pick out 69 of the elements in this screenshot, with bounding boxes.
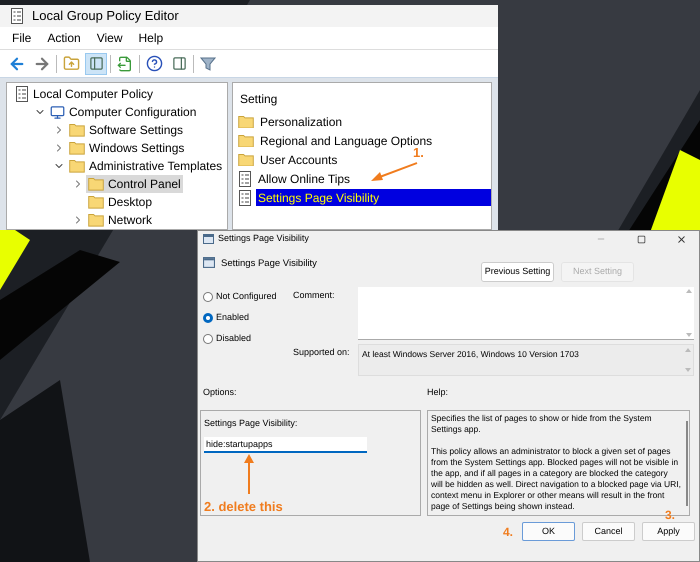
help-paragraph: Specifies the list of pages to show or hide from the System Settings app. bbox=[431, 413, 653, 435]
setting-row[interactable]: User Accounts bbox=[258, 151, 340, 168]
folder-up-icon[interactable] bbox=[62, 55, 80, 72]
setting-icon bbox=[238, 190, 252, 206]
policy-setting-icon bbox=[203, 257, 215, 268]
annotation-arrow bbox=[369, 161, 419, 183]
column-header[interactable]: Setting bbox=[233, 83, 491, 112]
computer-icon bbox=[50, 104, 65, 120]
tree-panel-icon bbox=[88, 56, 104, 72]
scrollbar-thumb[interactable] bbox=[686, 421, 688, 506]
setting-row[interactable]: Personalization bbox=[258, 113, 344, 130]
supported-on-label: Supported on: bbox=[293, 346, 351, 359]
window-title: Settings Page Visibility bbox=[218, 232, 309, 246]
tree-item[interactable]: Desktop bbox=[86, 193, 154, 211]
filter-icon[interactable] bbox=[200, 56, 216, 72]
menu-item[interactable]: Action bbox=[41, 29, 87, 48]
menu-item[interactable]: View bbox=[90, 29, 128, 48]
export-list-icon[interactable] bbox=[117, 56, 133, 72]
nav-button[interactable]: Previous Setting bbox=[481, 262, 554, 282]
setting-header: Settings Page Visibility bbox=[221, 257, 318, 271]
help-label: Help: bbox=[427, 386, 448, 399]
tree-item[interactable]: Local Computer Policy bbox=[13, 85, 156, 103]
folder-icon bbox=[88, 177, 104, 191]
radio-label[interactable]: Not Configured bbox=[216, 290, 277, 304]
folder-icon bbox=[238, 134, 254, 148]
setting-row[interactable]: Allow Online Tips bbox=[256, 170, 352, 187]
folder-icon bbox=[69, 123, 85, 137]
tree-item[interactable]: Control Panel bbox=[86, 175, 183, 193]
folder-icon bbox=[88, 195, 104, 209]
scroll-icon bbox=[10, 8, 24, 24]
close-icon[interactable] bbox=[676, 234, 686, 244]
radio-button[interactable] bbox=[203, 312, 213, 322]
dialog-button[interactable]: OK bbox=[522, 522, 575, 541]
maximize-icon[interactable] bbox=[636, 234, 646, 244]
folder-icon bbox=[238, 152, 254, 166]
dialog-button[interactable]: Apply bbox=[642, 522, 695, 541]
option-label: Settings Page Visibility: bbox=[204, 417, 298, 430]
radio-label[interactable]: Enabled bbox=[216, 310, 250, 324]
tree-item[interactable]: Software Settings bbox=[67, 121, 186, 139]
folder-icon bbox=[69, 159, 85, 173]
text-field[interactable]: hide:startupapps bbox=[204, 436, 367, 452]
radio-button[interactable] bbox=[203, 292, 213, 302]
show-tree-toggle[interactable] bbox=[85, 52, 107, 75]
instruction-label: 2. delete this bbox=[204, 498, 283, 516]
setting-icon bbox=[238, 170, 252, 186]
tree-item[interactable]: Computer Configuration bbox=[48, 103, 198, 121]
dialog-button[interactable]: Cancel bbox=[582, 522, 635, 541]
supported-on-value: At least Windows Server 2016, Windows 10 Version 1703 bbox=[361, 348, 580, 361]
tree-item[interactable]: Administrative Templates bbox=[67, 157, 224, 175]
folder-icon bbox=[238, 114, 254, 128]
forward-arrow-icon[interactable] bbox=[33, 54, 51, 73]
help-icon[interactable] bbox=[146, 55, 162, 72]
menu-item[interactable]: Help bbox=[132, 29, 170, 48]
step-label: 4. bbox=[502, 524, 513, 540]
annotation-arrow bbox=[244, 454, 254, 494]
scroll-icon bbox=[15, 86, 29, 102]
folder-icon bbox=[88, 213, 104, 227]
policy-setting-icon bbox=[203, 234, 214, 244]
setting-row[interactable]: Settings Page Visibility bbox=[256, 189, 491, 206]
window-title: Local Group Policy Editor bbox=[32, 7, 179, 26]
comment-label: Comment: bbox=[293, 289, 336, 302]
tree-item[interactable]: Windows Settings bbox=[67, 139, 186, 157]
options-label: Options: bbox=[203, 386, 238, 399]
radio-label[interactable]: Disabled bbox=[216, 332, 252, 346]
menu-item[interactable]: File bbox=[6, 29, 38, 48]
properties-pane-icon[interactable] bbox=[172, 56, 186, 72]
radio-button[interactable] bbox=[203, 334, 213, 344]
folder-icon bbox=[69, 141, 85, 155]
tree-item[interactable]: Network bbox=[86, 211, 154, 229]
